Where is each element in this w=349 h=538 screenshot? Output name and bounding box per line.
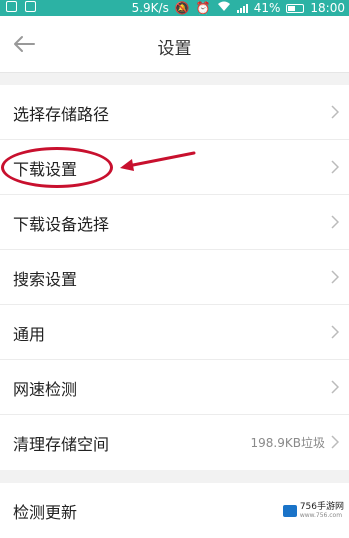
watermark-logo: 756手游网 www.756.com (279, 500, 347, 521)
setting-general[interactable]: 通用 (0, 305, 349, 360)
clock: 18:00 (310, 1, 345, 15)
chevron-right-icon (331, 380, 339, 394)
silent-bell-icon: 🔕 (174, 1, 190, 15)
chevron-right-icon (331, 435, 339, 449)
title-bar: 设置 (0, 16, 349, 73)
setting-label: 下载设备选择 (13, 215, 110, 234)
setting-search[interactable]: 搜索设置 (0, 250, 349, 305)
annotation-circle (1, 147, 113, 188)
notification-icon (6, 1, 17, 12)
setting-label: 检测更新 (13, 503, 78, 522)
chevron-right-icon (331, 215, 339, 229)
setting-label: 网速检测 (13, 380, 78, 399)
image-icon (25, 1, 36, 12)
setting-clean-storage[interactable]: 清理存储空间 198.9KB垃圾 (0, 415, 349, 470)
battery-icon (286, 3, 305, 13)
setting-label: 清理存储空间 (13, 435, 110, 454)
junk-size-value: 198.9KB垃圾 (250, 436, 325, 450)
chevron-right-icon (331, 160, 339, 174)
watermark-text: 756手游网 (299, 502, 344, 512)
chevron-right-icon (331, 105, 339, 119)
wifi-icon (217, 0, 231, 16)
setting-download-device[interactable]: 下载设备选择 (0, 195, 349, 250)
page-title: 设置 (157, 39, 192, 59)
signal-icon (236, 3, 248, 13)
chevron-right-icon (331, 270, 339, 284)
status-bar: 5.9K/s 🔕 ⏰ 41% 18:00 (0, 0, 349, 16)
setting-label: 选择存储路径 (13, 105, 110, 124)
settings-group-main: 选择存储路径 下载设置 下载设备选择 搜索设置 通用 网速检测 清理存储空间 1… (0, 85, 349, 470)
alarm-icon: ⏰ (195, 1, 211, 15)
site-logo-icon (282, 504, 297, 517)
annotation-arrow-icon (120, 151, 196, 171)
chevron-right-icon (331, 325, 339, 339)
battery-percent: 41% (253, 1, 281, 15)
network-speed: 5.9K/s (131, 1, 169, 15)
setting-storage-path[interactable]: 选择存储路径 (0, 85, 349, 140)
setting-speed-test[interactable]: 网速检测 (0, 360, 349, 415)
setting-label: 搜索设置 (13, 270, 78, 289)
setting-label: 通用 (13, 325, 46, 344)
watermark-url: www.756.com (299, 512, 343, 519)
